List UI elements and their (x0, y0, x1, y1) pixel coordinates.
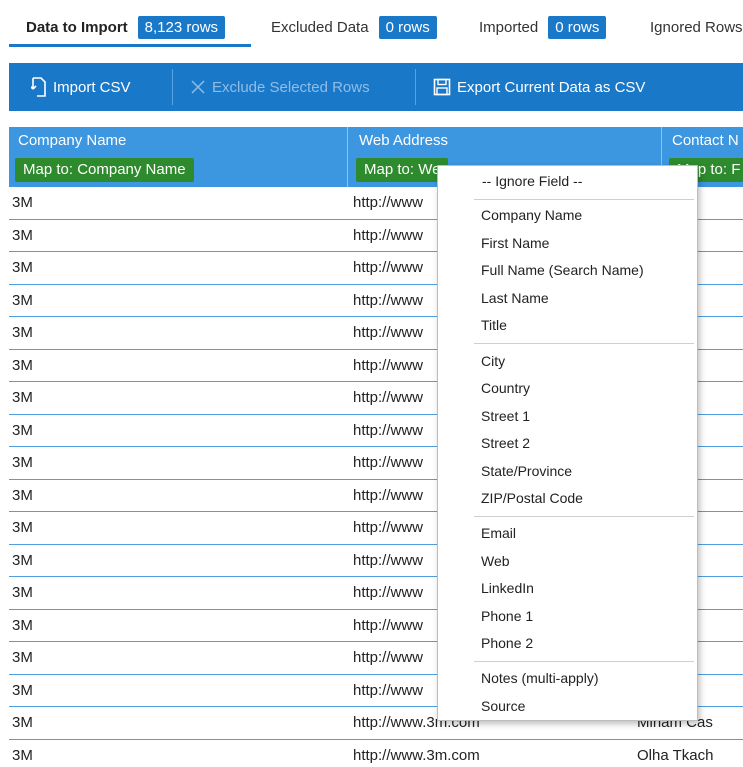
cell-web-address: http://www (353, 291, 424, 309)
menu-item[interactable]: Phone 2 (481, 635, 533, 651)
cell-company-name: 3M (12, 259, 33, 276)
cell-company-name: 3M (12, 454, 33, 471)
menu-item[interactable]: Phone 1 (481, 608, 533, 624)
table-row[interactable]: 3M http://www.3m.com Olha Tkach (9, 740, 743, 767)
menu-separator (474, 199, 694, 200)
tab-imported[interactable]: Imported 0 rows (479, 14, 607, 40)
active-tab-indicator (9, 44, 251, 47)
toolbar: Import CSV Exclude Selected Rows Export … (9, 63, 743, 111)
menu-item[interactable]: Street 1 (481, 408, 530, 424)
menu-item[interactable]: First Name (481, 235, 549, 251)
cell-web-address: http://www (353, 486, 424, 504)
tab-label: Ignored Rows (650, 18, 743, 36)
cell-web-address: http://www (353, 421, 424, 439)
menu-item[interactable]: LinkedIn (481, 580, 534, 596)
row-count-badge: 0 rows (548, 15, 607, 39)
cell-web-address: http://www.3m.com (353, 746, 480, 764)
row-count-badge: 8,123 rows (137, 15, 226, 39)
menu-item[interactable]: Full Name (Search Name) (481, 262, 644, 278)
tab-label: Excluded Data (271, 18, 369, 36)
map-field-button[interactable]: Map to: We (356, 158, 449, 182)
cell-web-address: http://www (353, 226, 424, 244)
import-csv-label: Import CSV (53, 78, 131, 96)
cell-contact-name: Olha Tkach (637, 746, 714, 764)
cell-web-address: http://www (353, 519, 424, 536)
exclude-selected-rows-label: Exclude Selected Rows (212, 78, 370, 96)
cell-web-address: http://www (353, 454, 424, 471)
menu-item[interactable]: -- Ignore Field -- (482, 173, 582, 189)
cell-web-address: http://www (353, 616, 424, 634)
exclude-selected-rows-button[interactable]: Exclude Selected Rows (190, 63, 370, 111)
cell-web-address: http://www (353, 356, 424, 374)
column-divider (347, 127, 348, 187)
tab-label: Data to Import (26, 18, 128, 36)
cell-company-name: 3M (12, 226, 33, 244)
cell-company-name: 3M (12, 291, 33, 309)
row-count-badge: 0 rows (378, 15, 437, 39)
menu-item[interactable]: Web (481, 553, 510, 569)
menu-item[interactable]: State/Province (481, 463, 572, 479)
tab-bar: Data to Import 8,123 rows Excluded Data … (0, 0, 743, 50)
tab-data-to-import[interactable]: Data to Import 8,123 rows (26, 14, 226, 40)
cell-web-address: http://www (353, 584, 424, 601)
menu-separator (474, 343, 694, 344)
column-name: Company Name (18, 132, 127, 149)
menu-item[interactable]: Email (481, 525, 516, 541)
menu-item[interactable]: City (481, 353, 505, 369)
cell-company-name: 3M (12, 194, 33, 211)
menu-separator (474, 516, 694, 517)
tab-label: Imported (479, 18, 539, 36)
cell-company-name: 3M (12, 584, 33, 601)
cell-web-address: http://www (353, 324, 424, 341)
cell-web-address: http://www (353, 681, 424, 699)
menu-item[interactable]: Source (481, 698, 525, 714)
cell-company-name: 3M (12, 389, 33, 406)
cell-web-address: http://www (353, 259, 424, 276)
cell-company-name: 3M (12, 486, 33, 504)
tab-excluded-data[interactable]: Excluded Data 0 rows (271, 14, 437, 40)
column-name: Web Address (359, 132, 448, 149)
menu-separator (474, 661, 694, 662)
menu-item[interactable]: Last Name (481, 290, 549, 306)
column-name: Contact N (672, 132, 739, 149)
cell-company-name: 3M (12, 649, 33, 666)
cell-web-address: http://www (353, 389, 424, 406)
cell-company-name: 3M (12, 746, 33, 764)
cell-company-name: 3M (12, 356, 33, 374)
close-icon (191, 80, 205, 94)
menu-item[interactable]: ZIP/Postal Code (481, 490, 583, 506)
field-mapping-menu: -- Ignore Field -- Company Name First Name… (437, 165, 698, 721)
export-csv-label: Export Current Data as CSV (457, 78, 646, 96)
cell-company-name: 3M (12, 519, 33, 536)
cell-company-name: 3M (12, 616, 33, 634)
cell-web-address: http://www (353, 194, 424, 211)
toolbar-divider (172, 69, 173, 105)
file-import-icon (31, 77, 46, 97)
menu-item[interactable]: Street 2 (481, 435, 530, 451)
map-field-button[interactable]: Map to: Company Name (15, 158, 194, 182)
import-csv-button[interactable]: Import CSV (31, 63, 131, 111)
cell-company-name: 3M (12, 681, 33, 699)
cell-web-address: http://www (353, 551, 424, 569)
menu-item[interactable]: Notes (multi-apply) (481, 670, 598, 686)
column-header-company-name[interactable]: Company Name Map to: Company Name (9, 127, 347, 187)
cell-company-name: 3M (12, 714, 33, 731)
cell-company-name: 3M (12, 551, 33, 569)
menu-item[interactable]: Country (481, 380, 530, 396)
cell-company-name: 3M (12, 324, 33, 341)
save-icon (433, 78, 451, 96)
export-csv-button[interactable]: Export Current Data as CSV (433, 63, 645, 111)
toolbar-divider (415, 69, 416, 105)
tab-ignored-rows[interactable]: Ignored Rows (650, 14, 743, 40)
cell-web-address: http://www (353, 649, 424, 666)
cell-company-name: 3M (12, 421, 33, 439)
menu-item[interactable]: Title (481, 317, 507, 333)
menu-item[interactable]: Company Name (481, 207, 582, 223)
